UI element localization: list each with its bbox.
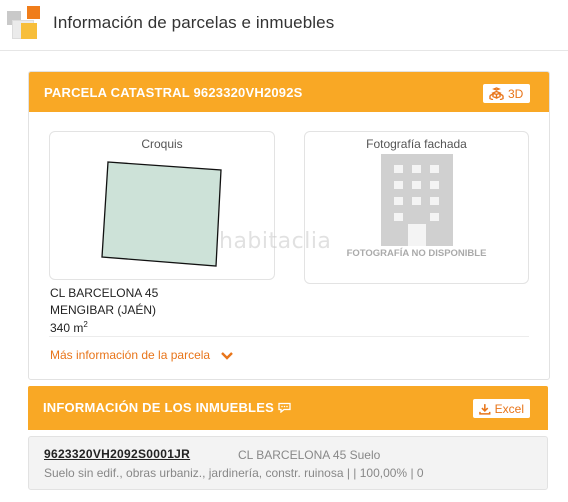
parcel-area-unit-sup: 2 (83, 320, 88, 329)
parcel-panel-header: PARCELA CATASTRAL 9623320VH2092S 3D (29, 72, 549, 112)
sketch-box[interactable]: Croquis (49, 131, 275, 280)
properties-title: INFORMACIÓN DE LOS INMUEBLES (43, 400, 291, 415)
habitaclia-watermark: habitaclia (219, 229, 332, 254)
property-row: 9623320VH2092S0001JR CL BARCELONA 45 Sue… (28, 436, 548, 490)
parcel-area-value: 340 m (50, 321, 84, 335)
building-icon (381, 154, 453, 246)
properties-panel: INFORMACIÓN DE LOS INMUEBLES Excel (28, 386, 548, 430)
property-address: CL BARCELONA 45 Suelo (238, 448, 381, 462)
facade-label: Fotografía fachada (366, 137, 467, 151)
parcel-divider (49, 336, 529, 337)
app-logo-icon (7, 6, 41, 40)
parcel-title: PARCELA CATASTRAL 9623320VH2092S (44, 85, 303, 100)
properties-panel-header: INFORMACIÓN DE LOS INMUEBLES Excel (28, 386, 548, 430)
more-parcel-info-link[interactable]: Más información de la parcela (50, 348, 234, 362)
comment-icon (278, 402, 291, 413)
property-ref-link[interactable]: 9623320VH2092S0001JR (44, 447, 190, 461)
page-title: Información de parcelas e inmuebles (53, 13, 335, 32)
properties-title-label: INFORMACIÓN DE LOS INMUEBLES (43, 400, 274, 415)
excel-label: Excel (494, 401, 524, 416)
view-3d-button[interactable]: 3D (483, 84, 530, 103)
property-description: Suelo sin edif., obras urbaniz., jardine… (44, 466, 424, 480)
more-parcel-info-label: Más información de la parcela (50, 348, 211, 362)
chevron-down-icon (221, 351, 233, 360)
parcel-address-line2: MENGIBAR (JAÉN) (50, 303, 157, 317)
parcel-panel: PARCELA CATASTRAL 9623320VH2092S 3D Croq… (28, 71, 550, 380)
cubes-icon (489, 87, 504, 100)
download-icon (479, 403, 491, 415)
parcel-address-line1: CL BARCELONA 45 (50, 286, 159, 300)
facade-photo-box[interactable]: Fotografía fachada FOTOGRAFÍA NO DISPONI… (304, 131, 529, 284)
parcel-sketch (101, 161, 222, 267)
view-3d-label: 3D (508, 86, 524, 101)
parcel-area: 340 m2 (50, 320, 88, 335)
excel-export-button[interactable]: Excel (473, 399, 530, 418)
no-photo-text: FOTOGRAFÍA NO DISPONIBLE (346, 248, 487, 259)
top-bar: Información de parcelas e inmuebles (0, 0, 568, 51)
